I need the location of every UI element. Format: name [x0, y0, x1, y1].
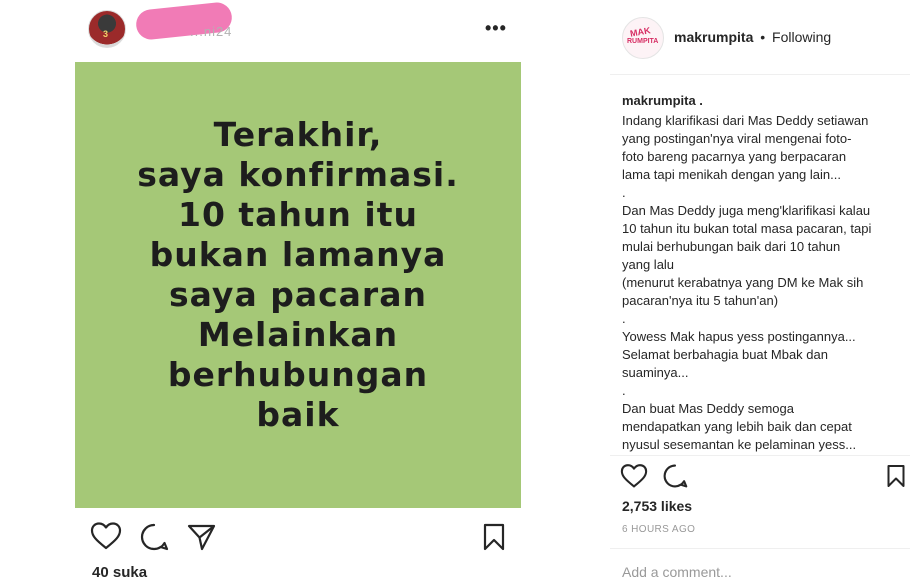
share-send-icon[interactable] — [186, 522, 216, 555]
caption-line: pacaran'nya itu 5 tahun'an) — [622, 293, 779, 308]
caption-line: foto bareng pacarnya yang berpacaran — [622, 149, 847, 164]
caption-divider — [610, 455, 910, 456]
caption-line: Indang klarifikasi dari Mas Deddy setiaw… — [622, 113, 869, 128]
comment-bubble-icon[interactable] — [662, 463, 688, 492]
caption-line: Dan Mas Deddy juga meng'klarifikasi kala… — [622, 203, 871, 218]
caption-line: . — [622, 185, 626, 200]
bookmark-save-icon[interactable] — [886, 463, 906, 492]
post-timestamp[interactable]: 6 HOURS AGO — [622, 524, 695, 535]
caption-line: . — [622, 311, 626, 326]
caption-line: suaminya... — [622, 365, 689, 380]
caption-line: yang lalu — [622, 257, 675, 272]
caption-username[interactable]: makrumpita . — [622, 92, 900, 110]
caption-line: Yowess Mak hapus yess postingannya... — [622, 329, 856, 344]
likes-count[interactable]: 2,753 likes — [622, 498, 692, 514]
like-heart-icon[interactable] — [620, 463, 648, 492]
caption: makrumpita . Indang klarifikasi dari Mas… — [622, 92, 900, 454]
caption-line: 10 tahun itu bukan total masa pacaran, t… — [622, 221, 872, 236]
profile-avatar[interactable]: MAK RUMPITA — [622, 17, 664, 59]
header-separator: • — [760, 29, 766, 45]
caption-line: . — [622, 383, 626, 398]
left-likes-count[interactable]: 40 suka — [92, 564, 147, 581]
caption-line: yang postingan'nya viral mengenai foto- — [622, 131, 852, 146]
left-post-username[interactable]: ...ni24 — [190, 24, 232, 39]
like-heart-icon[interactable] — [90, 521, 122, 554]
avatar-logo-line2: RUMPITA — [627, 38, 659, 45]
caption-line: (menurut kerabatnya yang DM ke Mak sih — [622, 275, 864, 290]
caption-line: nyusul sesemantan ke pelaminan yess... — [622, 437, 857, 452]
bookmark-save-icon[interactable] — [482, 522, 506, 555]
comment-bubble-icon[interactable] — [139, 522, 169, 555]
follow-status-button[interactable]: Following — [772, 29, 831, 45]
comment-input[interactable] — [622, 562, 892, 582]
comment-divider — [610, 548, 910, 549]
header-divider — [610, 74, 910, 75]
header-username[interactable]: makrumpita — [674, 29, 753, 45]
post-image[interactable]: Terakhir, saya konfirmasi. 10 tahun itu … — [75, 62, 521, 508]
caption-line: Selamat berbahagia buat Mbak dan — [622, 347, 828, 362]
caption-line: mulai berhubungan baik dari 10 tahun — [622, 239, 841, 254]
caption-line: Dan buat Mas Deddy semoga — [622, 401, 794, 416]
more-options-button[interactable]: ••• — [485, 18, 507, 39]
post-header: makrumpita • Following — [674, 29, 831, 45]
caption-line: lama tapi menikah dengan yang lain... — [622, 167, 841, 182]
left-post-avatar[interactable]: 3 — [88, 10, 126, 48]
caption-line: mendapatkan yang lebih baik dan cepat — [622, 419, 852, 434]
post-image-text: Terakhir, saya konfirmasi. 10 tahun itu … — [137, 115, 459, 434]
avatar-logo-line1: MAK — [629, 25, 652, 39]
